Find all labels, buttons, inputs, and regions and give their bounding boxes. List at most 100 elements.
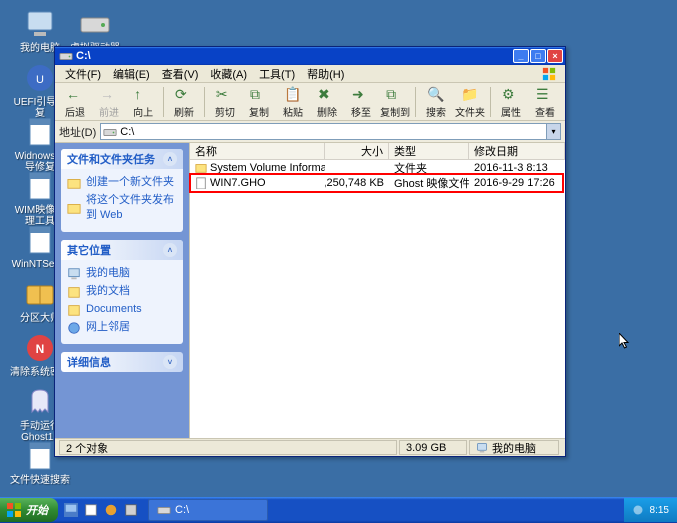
- menu-收藏[interactable]: 收藏(A): [204, 64, 253, 84]
- drive-icon: [79, 8, 111, 40]
- menu-工具[interactable]: 工具(T): [253, 64, 301, 84]
- toolbar-separator: [204, 87, 205, 117]
- taskbar-task-explorer[interactable]: C:\: [148, 499, 268, 521]
- tool-icon: ✖: [318, 85, 336, 103]
- tool-icon: 🔍: [427, 85, 445, 103]
- column-header-修改日期[interactable]: 修改日期: [469, 143, 565, 159]
- sidebar-place-link[interactable]: 网上邻居: [67, 320, 177, 335]
- toolbar-查看[interactable]: ☰查看: [529, 85, 561, 119]
- windows-logo-icon: [6, 502, 22, 518]
- toolbar: ←后退→前进↑向上⟳刷新✂剪切⧉复制📋粘贴✖删除➜移至⧉复制到🔍搜索📁文件夹⚙属…: [55, 83, 565, 121]
- status-items: 2 个对象: [59, 440, 397, 455]
- toolbar-向上[interactable]: ↑向上: [127, 85, 159, 119]
- ql-show-desktop[interactable]: [62, 501, 80, 519]
- toolbar-复制[interactable]: ⧉复制: [243, 85, 275, 119]
- toolbar-separator: [163, 87, 164, 117]
- toolbar-剪切[interactable]: ✂剪切: [209, 85, 241, 119]
- toolbar-复制到[interactable]: ⧉复制到: [379, 85, 411, 119]
- panel-tasks-body: 创建一个新文件夹将这个文件夹发布到 Web: [61, 169, 183, 232]
- ghost-icon: [24, 386, 56, 418]
- svg-text:N: N: [36, 342, 45, 356]
- status-location: 我的电脑: [469, 440, 559, 455]
- file-row[interactable]: WIN7.GHO3,250,748 KBGhost 映像文件2016-9-29 …: [190, 175, 565, 190]
- file-icon: [195, 177, 207, 189]
- sidebar-place-link[interactable]: 我的电脑: [67, 266, 177, 281]
- computer-icon: [24, 8, 56, 40]
- tool-icon: →: [100, 85, 118, 103]
- panel-tasks-header[interactable]: 文件和文件夹任务 ˄: [61, 149, 183, 169]
- window-title: C:\: [76, 50, 513, 62]
- column-header-名称[interactable]: 名称: [190, 143, 325, 159]
- sidebar: 文件和文件夹任务 ˄ 创建一个新文件夹将这个文件夹发布到 Web 其它位置 ˄ …: [55, 143, 189, 438]
- ql-app2[interactable]: [102, 501, 120, 519]
- column-header-大小[interactable]: 大小: [325, 143, 389, 159]
- tool-icon: ⧉: [250, 85, 268, 103]
- toolbar-属性[interactable]: ⚙属性: [495, 85, 527, 119]
- toolbar-文件夹[interactable]: 📁文件夹: [454, 85, 486, 119]
- tool-icon: 📁: [461, 85, 479, 103]
- doc-icon: [24, 116, 56, 148]
- place-icon: [67, 303, 81, 317]
- doc-icon: [24, 440, 56, 472]
- sidebar-task-link[interactable]: 将这个文件夹发布到 Web: [67, 193, 177, 223]
- menu-文件[interactable]: 文件(F): [59, 64, 107, 84]
- explorer-window: C:\ _ □ × 文件(F)编辑(E)查看(V)收藏(A)工具(T)帮助(H)…: [54, 46, 566, 457]
- menu-帮助[interactable]: 帮助(H): [301, 64, 350, 84]
- status-size: 3.09 GB: [399, 440, 467, 455]
- drive-icon: [103, 125, 117, 139]
- panel-details: 详细信息 ˅: [61, 352, 183, 372]
- toolbar-粘贴[interactable]: 📋粘贴: [277, 85, 309, 119]
- column-headers: 名称大小类型修改日期: [190, 143, 565, 160]
- chevron-up-icon: ˄: [163, 152, 177, 166]
- taskbar: 开始 C:\ 8:15: [0, 497, 677, 523]
- panel-details-header[interactable]: 详细信息 ˅: [61, 352, 183, 372]
- menu-编辑[interactable]: 编辑(E): [107, 64, 156, 84]
- place-icon: [67, 267, 81, 281]
- chevron-up-icon: ˄: [163, 243, 177, 257]
- tool-icon: ⟳: [175, 85, 193, 103]
- windows-logo-icon: [537, 67, 561, 81]
- panel-tasks: 文件和文件夹任务 ˄ 创建一个新文件夹将这个文件夹发布到 Web: [61, 149, 183, 232]
- tool-icon: ←: [66, 85, 84, 103]
- nt-icon: N: [24, 332, 56, 364]
- titlebar[interactable]: C:\ _ □ ×: [55, 47, 565, 65]
- address-label: 地址(D): [59, 124, 96, 140]
- clock[interactable]: 8:15: [650, 505, 669, 516]
- toolbar-删除[interactable]: ✖删除: [311, 85, 343, 119]
- address-dropdown-button[interactable]: ▾: [546, 124, 560, 139]
- ql-app1[interactable]: [82, 501, 100, 519]
- uefi-icon: U: [24, 62, 56, 94]
- ql-app3[interactable]: [122, 501, 140, 519]
- toolbar-移至[interactable]: ➜移至: [345, 85, 377, 119]
- start-button[interactable]: 开始: [0, 498, 58, 522]
- sidebar-place-link[interactable]: Documents: [67, 302, 177, 317]
- file-row[interactable]: System Volume Information文件夹2016-11-3 8:…: [190, 160, 565, 175]
- window-body: 文件和文件夹任务 ˄ 创建一个新文件夹将这个文件夹发布到 Web 其它位置 ˄ …: [55, 143, 565, 438]
- toolbar-搜索[interactable]: 🔍搜索: [420, 85, 452, 119]
- partition-icon: [24, 278, 56, 310]
- close-button[interactable]: ×: [547, 49, 563, 63]
- toolbar-separator: [415, 87, 416, 117]
- tool-icon: ➜: [352, 85, 370, 103]
- drive-icon: [157, 503, 171, 517]
- sidebar-place-link[interactable]: 我的文档: [67, 284, 177, 299]
- address-text: C:\: [120, 126, 134, 138]
- file-list[interactable]: System Volume Information文件夹2016-11-3 8:…: [190, 160, 565, 438]
- menubar: 文件(F)编辑(E)查看(V)收藏(A)工具(T)帮助(H): [55, 65, 565, 83]
- panel-places-header[interactable]: 其它位置 ˄: [61, 240, 183, 260]
- tray-icon: [632, 504, 644, 516]
- column-header-类型[interactable]: 类型: [389, 143, 469, 159]
- place-icon: [67, 285, 81, 299]
- toolbar-后退[interactable]: ←后退: [59, 85, 91, 119]
- toolbar-刷新[interactable]: ⟳刷新: [168, 85, 200, 119]
- system-tray[interactable]: 8:15: [624, 498, 677, 522]
- minimize-button[interactable]: _: [513, 49, 529, 63]
- sidebar-task-link[interactable]: 创建一个新文件夹: [67, 175, 177, 190]
- address-input[interactable]: C:\ ▾: [100, 123, 561, 140]
- menu-查看[interactable]: 查看(V): [156, 64, 205, 84]
- maximize-button[interactable]: □: [530, 49, 546, 63]
- folder-icon: [67, 201, 81, 215]
- tool-icon: ☰: [536, 85, 554, 103]
- statusbar: 2 个对象 3.09 GB 我的电脑: [55, 438, 565, 456]
- computer-icon: [476, 442, 488, 454]
